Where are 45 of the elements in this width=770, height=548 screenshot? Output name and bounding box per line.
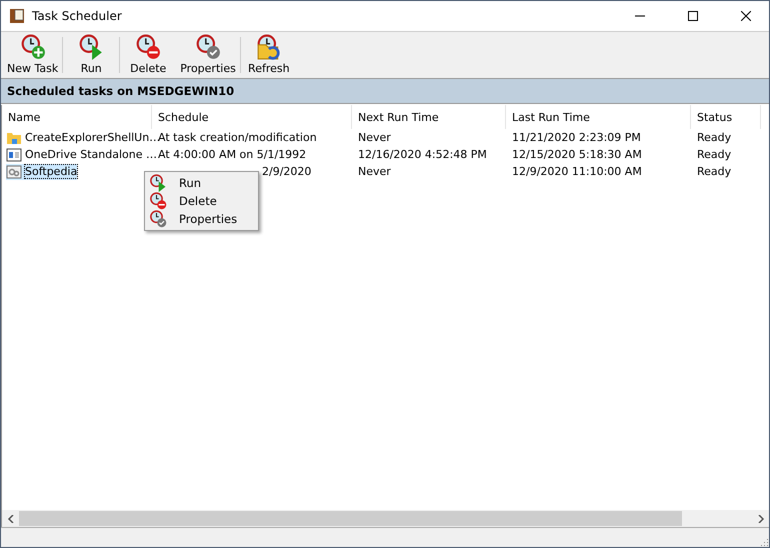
menu-item[interactable]: Delete	[145, 192, 258, 210]
chevron-right-icon	[756, 514, 764, 522]
table-cell: At task creation/modification	[158, 131, 317, 144]
maximize-icon	[688, 11, 698, 21]
clock-check-icon	[195, 34, 222, 60]
table-cell: 12/16/2020 4:52:48 PM	[358, 148, 487, 161]
clock-minus-icon	[135, 34, 162, 60]
table-cell: 12/15/2020 5:18:30 AM	[512, 148, 642, 161]
chevron-left-icon	[6, 514, 14, 522]
table-cell: 2/9/2020	[262, 165, 312, 178]
clock-plus-icon	[20, 34, 46, 60]
table-cell: 11/21/2020 2:23:09 PM	[512, 131, 641, 144]
menu-item[interactable]: Properties	[145, 210, 258, 228]
clock-check-icon	[149, 210, 167, 228]
task-name: OneDrive Standalone …	[25, 148, 157, 161]
app-icon	[9, 8, 25, 24]
task-row[interactable]: CreateExplorerShellUn…	[6, 130, 160, 146]
task-name: Softpedia	[25, 165, 78, 178]
scrollbar-thumb[interactable]	[19, 511, 682, 526]
window-title: Task Scheduler	[32, 9, 123, 23]
table-cell: 12/9/2020 11:10:00 AM	[512, 165, 642, 178]
toolbar-button[interactable]: Delete	[120, 32, 176, 78]
menu-item[interactable]: Run	[145, 174, 258, 192]
section-header: Scheduled tasks on MSEDGEWIN10	[1, 78, 769, 104]
clock-play-icon	[149, 174, 167, 192]
gears-icon	[6, 164, 22, 180]
table-cell: Ready	[697, 131, 732, 144]
table-cell: At 4:00:00 AM on 5/1/1992	[158, 148, 306, 161]
close-icon	[741, 11, 751, 21]
toolbar-button[interactable]: Run	[63, 32, 120, 78]
window-icon	[6, 146, 22, 162]
task-row[interactable]: Softpedia	[6, 164, 78, 180]
toolbar-button[interactable]: Refresh	[240, 32, 297, 78]
table-cell: Never	[358, 165, 391, 178]
table-cell: Never	[358, 131, 391, 144]
folder-refresh-icon	[256, 34, 282, 60]
toolbar-button[interactable]: Properties	[176, 32, 240, 78]
clock-play-icon	[78, 34, 104, 60]
table-cell: Ready	[697, 165, 732, 178]
task-row[interactable]: OneDrive Standalone …	[6, 146, 157, 162]
toolbar-button[interactable]: New Task	[3, 32, 62, 78]
clock-minus-icon	[149, 192, 167, 210]
resize-grip-icon	[759, 537, 769, 547]
task-name: CreateExplorerShellUn…	[25, 131, 160, 144]
table-cell: Ready	[697, 148, 732, 161]
